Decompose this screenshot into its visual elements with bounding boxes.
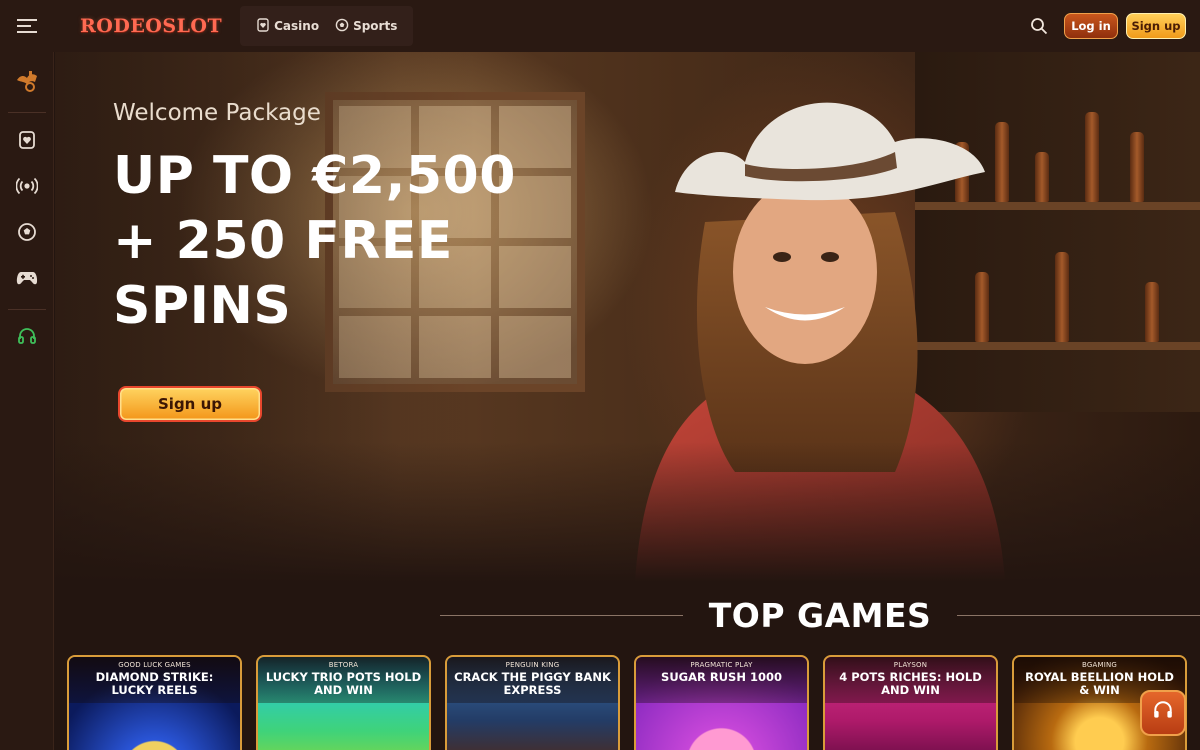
sidebar (0, 52, 54, 750)
top-games-header: TOP GAMES (55, 596, 1200, 635)
hero-title: UP TO €2,500 + 250 FREE SPINS (113, 146, 516, 336)
game-provider: PENGUIN KING (505, 661, 560, 669)
sidebar-item-casino[interactable] (0, 119, 54, 165)
hero-signup-button[interactable]: Sign up (118, 386, 262, 422)
game-provider: PLAYSON (893, 661, 928, 669)
game-card[interactable]: BETORA LUCKY TRIO POTS HOLD AND WIN (256, 655, 431, 750)
sidebar-item-sports[interactable] (0, 211, 54, 257)
hero-fade (55, 442, 1200, 582)
nav-casino-label: Casino (274, 19, 320, 33)
game-card[interactable]: GOOD LUCK GAMES DIAMOND STRIKE: LUCKY RE… (67, 655, 242, 750)
soccer-ball-icon (335, 18, 349, 35)
top-nav: Casino Sports (240, 6, 414, 46)
top-games-list: GOOD LUCK GAMES DIAMOND STRIKE: LUCKY RE… (67, 655, 1187, 750)
headset-icon (1152, 700, 1174, 726)
sidebar-item-support[interactable] (0, 316, 54, 362)
nav-sports[interactable]: Sports (327, 18, 405, 35)
card-heart-icon (17, 130, 37, 154)
sidebar-item-live[interactable] (0, 165, 54, 211)
header-actions: Log in Sign up (1026, 13, 1200, 39)
sidebar-divider (7, 112, 46, 113)
site-logo[interactable]: RODEOSLOT (80, 15, 222, 37)
soccer-ball-icon (17, 222, 37, 246)
game-card-header: BETORA LUCKY TRIO POTS HOLD AND WIN (258, 657, 429, 703)
nav-casino[interactable]: Casino (248, 17, 327, 35)
login-button[interactable]: Log in (1064, 13, 1118, 39)
menu-icon[interactable] (0, 0, 54, 52)
hero-banner: Welcome Package UP TO €2,500 + 250 FREE … (55, 52, 1200, 582)
game-provider: BGAMING (1081, 661, 1118, 669)
gamepad-icon (16, 270, 38, 290)
sidebar-divider (7, 309, 46, 310)
hero-subtitle: Welcome Package (113, 100, 321, 126)
headset-icon (17, 327, 37, 351)
live-broadcast-icon (15, 176, 39, 200)
search-icon[interactable] (1026, 13, 1052, 39)
game-title: LUCKY TRIO POTS HOLD AND WIN (265, 670, 422, 697)
game-card[interactable]: PLAYSON 4 POTS RICHES: HOLD AND WIN (823, 655, 998, 750)
game-card-header: PLAYSON 4 POTS RICHES: HOLD AND WIN (825, 657, 996, 703)
saddle-icon (13, 68, 41, 98)
game-provider: PRAGMATIC PLAY (690, 661, 753, 669)
signup-button[interactable]: Sign up (1126, 13, 1186, 39)
game-title: SUGAR RUSH 1000 (661, 670, 782, 684)
game-card[interactable]: PENGUIN KING CRACK THE PIGGY BANK EXPRES… (445, 655, 620, 750)
support-chat-button[interactable] (1140, 690, 1186, 736)
game-card-header: PRAGMATIC PLAY SUGAR RUSH 1000 (636, 657, 807, 703)
nav-sports-label: Sports (353, 19, 398, 33)
game-title: CRACK THE PIGGY BANK EXPRESS (454, 670, 611, 697)
game-card-header: PENGUIN KING CRACK THE PIGGY BANK EXPRES… (447, 657, 618, 703)
card-heart-icon (256, 17, 270, 35)
top-bar: RODEOSLOT Casino Sports Log in Sign up (0, 0, 1200, 52)
divider-right (957, 615, 1200, 616)
game-card[interactable]: PRAGMATIC PLAY SUGAR RUSH 1000 (634, 655, 809, 750)
top-games-title: TOP GAMES (708, 596, 932, 635)
game-title: DIAMOND STRIKE: LUCKY REELS (95, 670, 214, 697)
sidebar-item-rodeo[interactable] (0, 60, 54, 106)
game-title: 4 POTS RICHES: HOLD AND WIN (839, 670, 982, 697)
game-card-header: GOOD LUCK GAMES DIAMOND STRIKE: LUCKY RE… (69, 657, 240, 703)
divider-left (440, 615, 683, 616)
sidebar-item-games[interactable] (0, 257, 54, 303)
game-provider: GOOD LUCK GAMES (118, 661, 191, 669)
game-provider: BETORA (328, 661, 359, 669)
